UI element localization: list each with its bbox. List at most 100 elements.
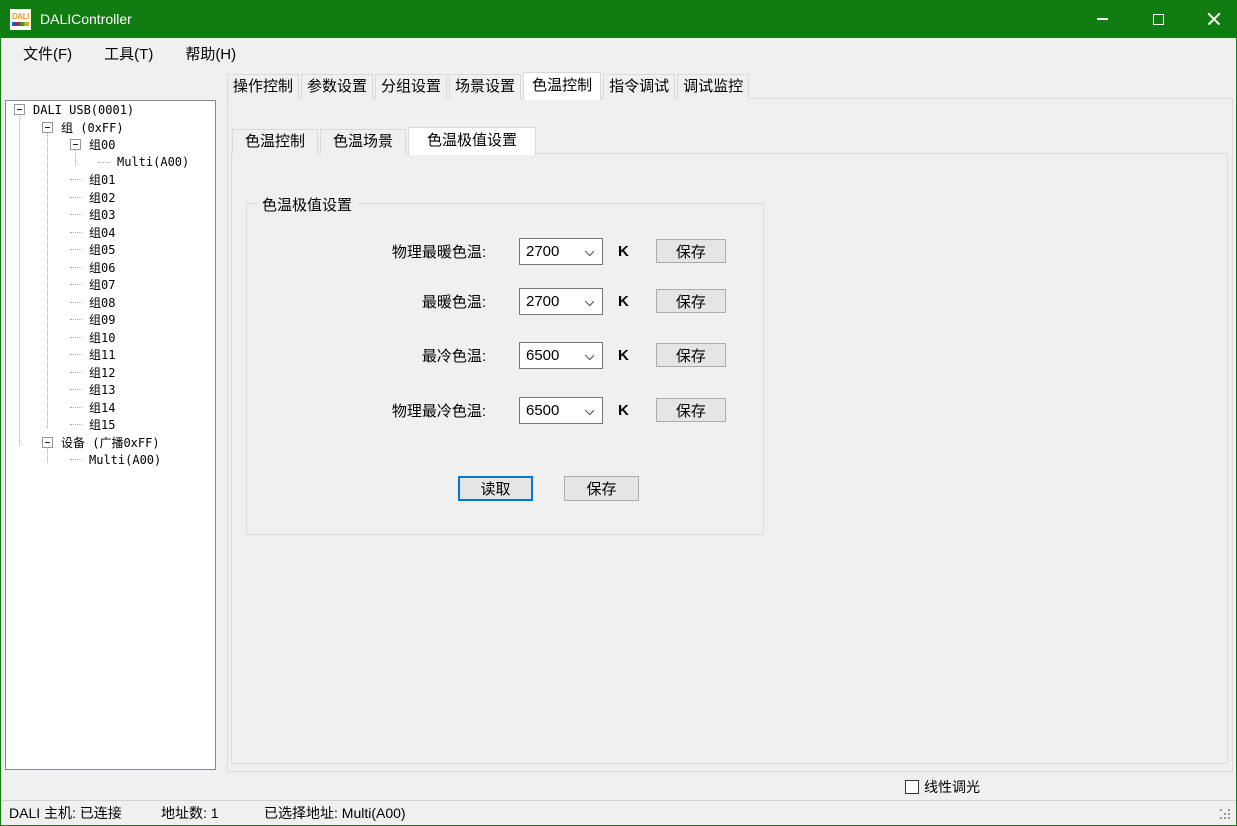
- window-title: DALIController: [40, 11, 132, 27]
- close-button[interactable]: [1191, 0, 1237, 38]
- unit-kelvin-label: K: [618, 293, 629, 310]
- tree-node-17[interactable]: 组14: [6, 399, 215, 417]
- unit-kelvin-label: K: [618, 402, 629, 419]
- maximize-icon: [1153, 14, 1164, 25]
- status-address-count: 地址数: 1: [161, 801, 219, 825]
- tree-collapse-icon[interactable]: [70, 139, 81, 150]
- cct-row-label: 物理最暖色温:: [247, 241, 486, 262]
- tree-node-label: 组04: [87, 224, 117, 241]
- tree-connector: [70, 424, 82, 425]
- chevron-down-icon: [585, 405, 594, 414]
- menu-item-2[interactable]: 帮助(H): [173, 38, 248, 72]
- cct-value-combobox[interactable]: 6500: [519, 397, 603, 424]
- sub-tab-0[interactable]: 色温控制: [232, 129, 318, 154]
- linear-dimming-option: 线性调光: [905, 777, 980, 797]
- tree-node-label: 组12: [87, 364, 117, 381]
- tree-connector: [70, 389, 82, 390]
- main-tab-4[interactable]: 色温控制: [523, 72, 601, 100]
- maximize-button[interactable]: [1135, 0, 1181, 38]
- tree-node-label: 组02: [87, 189, 117, 206]
- tree-connector: [70, 249, 82, 250]
- tree-node-6[interactable]: 组03: [6, 206, 215, 224]
- tree-node-label: Multi(A00): [115, 155, 191, 169]
- minimize-button[interactable]: [1079, 0, 1125, 38]
- row-save-button[interactable]: 保存: [656, 289, 726, 313]
- menu-item-1[interactable]: 工具(T): [92, 38, 165, 72]
- tree-node-label: 组07: [87, 276, 117, 293]
- save-button[interactable]: 保存: [564, 476, 639, 501]
- main-tab-2[interactable]: 分组设置: [375, 74, 447, 99]
- main-tab-0[interactable]: 操作控制: [227, 74, 299, 99]
- tree-connector: [70, 284, 82, 285]
- tree-node-4[interactable]: 组01: [6, 171, 215, 189]
- cct-form-row-0: 物理最暖色温: 2700 K 保存: [247, 237, 726, 265]
- tree-node-8[interactable]: 组05: [6, 241, 215, 259]
- tree-connector: [70, 337, 82, 338]
- tree-node-label: 组05: [87, 241, 117, 258]
- tree-node-19[interactable]: 设备 (广播0xFF): [6, 434, 215, 452]
- tree-node-label: 组14: [87, 399, 117, 416]
- tree-node-18[interactable]: 组15: [6, 416, 215, 434]
- tree-node-20[interactable]: Multi(A00): [6, 451, 215, 469]
- main-tab-6[interactable]: 调试监控: [677, 74, 749, 99]
- tree-node-12[interactable]: 组09: [6, 311, 215, 329]
- cct-value-combobox[interactable]: 2700: [519, 288, 603, 315]
- main-tab-1[interactable]: 参数设置: [301, 74, 373, 99]
- tree-node-label: DALI USB(0001): [31, 103, 136, 117]
- unit-kelvin-label: K: [618, 243, 629, 260]
- main-tab-5[interactable]: 指令调试: [603, 74, 675, 99]
- tree-node-label: Multi(A00): [87, 453, 163, 467]
- app-logo-text: DALI: [12, 12, 29, 21]
- linear-dimming-checkbox[interactable]: [905, 780, 919, 794]
- app-logo-icon: DALI: [10, 9, 31, 30]
- tree-node-11[interactable]: 组08: [6, 294, 215, 312]
- cct-value-combobox[interactable]: 6500: [519, 342, 603, 369]
- linear-dimming-label: 线性调光: [924, 777, 980, 797]
- chevron-down-icon: [585, 296, 594, 305]
- tree-node-9[interactable]: 组06: [6, 259, 215, 277]
- cct-value-combobox[interactable]: 2700: [519, 238, 603, 265]
- tree-node-label: 设备 (广播0xFF): [59, 434, 162, 451]
- tree-connector: [70, 459, 82, 460]
- tree-node-7[interactable]: 组04: [6, 224, 215, 242]
- row-save-button[interactable]: 保存: [656, 398, 726, 422]
- status-host-connection: DALI 主机: 已连接: [9, 801, 122, 825]
- cct-combobox-value: 2700: [520, 243, 559, 260]
- chevron-down-icon: [585, 350, 594, 359]
- tree-node-label: 组11: [87, 346, 117, 363]
- tree-node-0[interactable]: DALI USB(0001): [6, 101, 215, 119]
- cct-form-row-1: 最暖色温:2700K保存: [247, 287, 726, 315]
- tree-node-label: 组08: [87, 294, 117, 311]
- menu-item-0[interactable]: 文件(F): [11, 38, 84, 72]
- tree-node-5[interactable]: 组02: [6, 189, 215, 207]
- title-bar: DALI DALIController: [0, 0, 1237, 38]
- tree-collapse-icon[interactable]: [42, 437, 53, 448]
- tree-collapse-icon[interactable]: [14, 104, 25, 115]
- row-save-button[interactable]: 保存: [656, 343, 726, 367]
- cct-extremes-groupbox: 色温极值设置 读取 保存 物理最暖色温:2700K保存最暖色温:2700K保存最…: [246, 203, 764, 535]
- tree-node-label: 组10: [87, 329, 117, 346]
- tree-connector-line: [47, 130, 48, 428]
- tree-connector-line: [19, 113, 20, 446]
- sub-tab-1[interactable]: 色温场景: [320, 129, 406, 154]
- resize-grip[interactable]: [1220, 809, 1232, 821]
- main-tab-3[interactable]: 场景设置: [449, 74, 521, 99]
- cct-combobox-value: 6500: [520, 402, 559, 419]
- tree-node-label: 组13: [87, 381, 117, 398]
- tree-node-14[interactable]: 组11: [6, 346, 215, 364]
- read-button[interactable]: 读取: [458, 476, 533, 501]
- row-save-button[interactable]: 保存: [656, 239, 726, 263]
- tree-node-15[interactable]: 组12: [6, 364, 215, 382]
- sub-tab-2[interactable]: 色温极值设置: [408, 127, 536, 155]
- tree-connector: [70, 354, 82, 355]
- tree-collapse-icon[interactable]: [42, 122, 53, 133]
- app-logo-colorbar: [12, 22, 29, 26]
- tree-node-13[interactable]: 组10: [6, 329, 215, 347]
- tree-node-3[interactable]: Multi(A00): [6, 154, 215, 172]
- tree-node-16[interactable]: 组13: [6, 381, 215, 399]
- tree-node-1[interactable]: 组 (0xFF): [6, 119, 215, 137]
- tree-node-10[interactable]: 组07: [6, 276, 215, 294]
- tree-node-2[interactable]: 组00: [6, 136, 215, 154]
- tree-node-label: 组 (0xFF): [59, 119, 126, 136]
- cct-combobox-value: 2700: [520, 293, 559, 310]
